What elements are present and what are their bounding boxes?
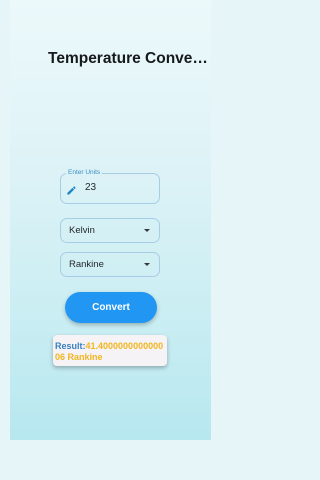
result-label: Result:	[55, 341, 86, 351]
chevron-down-icon	[144, 263, 150, 266]
convert-button[interactable]: Convert	[65, 292, 157, 323]
pencil-icon	[66, 183, 77, 195]
to-unit-dropdown[interactable]: Rankine	[60, 252, 160, 277]
units-input-label: Enter Units	[66, 168, 103, 178]
units-input-value[interactable]: 23	[85, 182, 96, 193]
result-box: Result:41.400000000000006 Rankine	[53, 335, 167, 366]
from-unit-dropdown[interactable]: Kelvin	[60, 218, 160, 243]
to-unit-selected: Rankine	[69, 259, 104, 270]
chevron-down-icon	[144, 229, 150, 232]
page-title: Temperature Conver…	[48, 50, 213, 67]
units-input-field[interactable]: Enter Units 23	[60, 168, 160, 204]
from-unit-selected: Kelvin	[69, 225, 95, 236]
